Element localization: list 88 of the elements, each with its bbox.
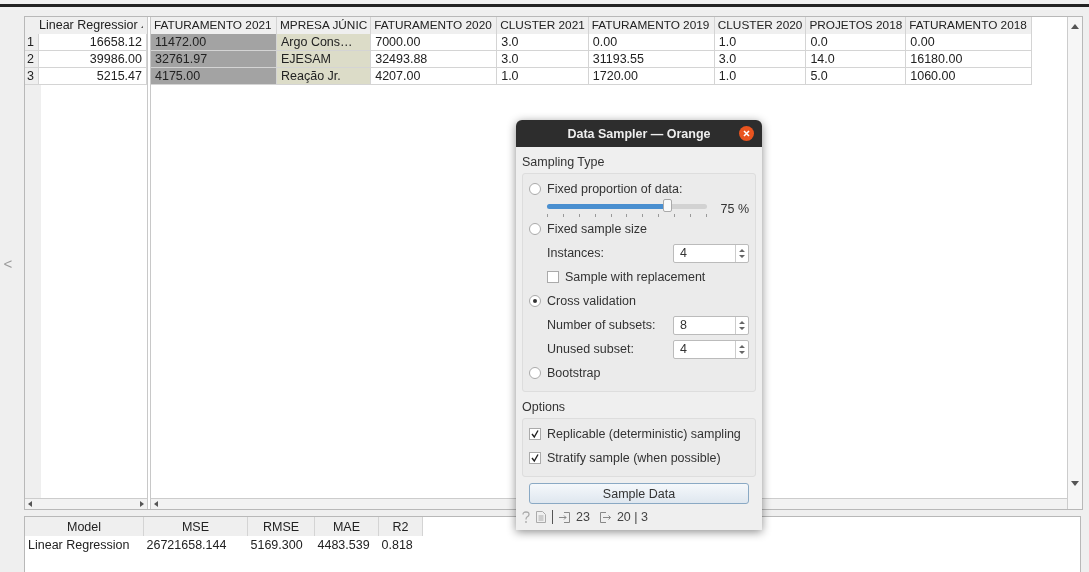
column-header[interactable]: FATURAMENTO 2019 (588, 17, 715, 34)
table-cell: 1.0 (714, 68, 807, 85)
scroll-left-icon[interactable] (28, 501, 32, 507)
field-label: Unused subset: (547, 342, 634, 356)
column-header[interactable]: CLUSTER 2021 (497, 17, 589, 34)
input-icon (559, 511, 570, 523)
column-header[interactable]: RMSE (247, 517, 315, 536)
row-number: 3 (25, 68, 39, 85)
number-field[interactable]: 8 (673, 315, 749, 335)
spin-arrows-icon[interactable] (739, 343, 745, 355)
table-cell: 5215.47 (39, 68, 147, 85)
column-header[interactable]: Model (25, 517, 144, 536)
field-label: Instances: (547, 246, 604, 260)
table-cell: 16180.00 (906, 51, 1033, 68)
table-cell: 4207.00 (371, 68, 498, 85)
radio-label: Cross validation (547, 294, 636, 308)
output-count: 20 | 3 (616, 510, 648, 524)
radio-button[interactable] (529, 295, 541, 307)
table-cell: EJESAM (277, 51, 372, 68)
table-cell: 4175.00 (151, 68, 277, 85)
slider-handle[interactable] (663, 199, 672, 212)
radio-label: Bootstrap (547, 366, 601, 380)
checkbox[interactable] (529, 428, 541, 440)
table-cell: 3.0 (497, 34, 589, 51)
number-field[interactable]: 4 (673, 243, 749, 263)
checkbox-label: Stratify sample (when possible) (547, 451, 721, 465)
checkbox-label: Sample with replacement (565, 270, 706, 284)
table-cell: 11472.00 (151, 34, 277, 51)
row-number: 2 (25, 51, 39, 68)
table-cell: 0.0 (806, 34, 907, 51)
table-cell: 1.0 (497, 68, 589, 85)
section-title: Options (522, 400, 567, 414)
sample-data-button[interactable]: Sample Data (529, 483, 749, 504)
row-number: 1 (25, 34, 39, 51)
column-header[interactable]: R2 (378, 517, 423, 536)
table-cell: 0.00 (588, 34, 715, 51)
table-cell: 14.0 (806, 51, 907, 68)
checkbox-label: Replicable (deterministic) sampling (547, 427, 741, 441)
input-count: 23 (576, 510, 590, 524)
checkbox[interactable] (547, 271, 559, 283)
table-cell: 1.0 (714, 34, 807, 51)
table-cell: 5169.300 (247, 536, 315, 554)
window-title: Data Sampler — Orange (567, 126, 711, 141)
table-cell: 3.0 (497, 51, 589, 68)
field-label: Number of subsets: (547, 318, 656, 332)
table-cell: 1720.00 (588, 68, 715, 85)
scroll-right-icon[interactable] (140, 501, 144, 507)
table-cell: 4483.539 (314, 536, 379, 554)
radio-button[interactable] (529, 183, 541, 195)
table-cell: Reação Jr. (277, 68, 372, 85)
scroll-down-icon[interactable] (1071, 481, 1079, 487)
table-cell: 39986.00 (39, 51, 147, 68)
scroll-up-icon[interactable] (1071, 23, 1079, 29)
column-header[interactable]: FATURAMENTO 2018 (906, 17, 1033, 34)
column-header[interactable]: FATURAMENTO 2020 (371, 17, 498, 34)
checkbox[interactable] (529, 452, 541, 464)
scroll-left-icon[interactable] (154, 501, 158, 507)
table-cell: 32761.97 (151, 51, 277, 68)
column-header[interactable]: CLUSTER 2020 (714, 17, 807, 34)
number-field[interactable]: 4 (673, 339, 749, 359)
radio-button[interactable] (529, 367, 541, 379)
radio-label: Fixed sample size (547, 222, 648, 236)
output-icon (599, 511, 611, 523)
table-cell: 0.00 (906, 34, 1033, 51)
table-cell: 1060.00 (906, 68, 1033, 85)
slider-value: 75 % (720, 202, 749, 216)
spin-arrows-icon[interactable] (739, 247, 745, 259)
table-cell: 7000.00 (371, 34, 498, 51)
table-cell: 0.818 (378, 536, 423, 554)
radio-button[interactable] (529, 223, 541, 235)
table-cell: Argo Cons… (277, 34, 372, 51)
spin-arrows-icon[interactable] (739, 319, 745, 331)
table-cell: 5.0 (806, 68, 907, 85)
table-cell: 32493.88 (371, 51, 498, 68)
table-cell: 26721658.144 (143, 536, 248, 554)
close-button[interactable] (739, 126, 754, 141)
table-cell: 3.0 (714, 51, 807, 68)
column-header[interactable]: PROJETOS 2018 (806, 17, 907, 34)
column-header[interactable]: FATURAMENTO 2021 (151, 17, 277, 34)
radio-label: Fixed proportion of data: (547, 182, 683, 196)
table-cell: Linear Regression (25, 536, 144, 554)
column-header[interactable]: MAE (314, 517, 379, 536)
close-icon[interactable] (743, 130, 750, 137)
column-header[interactable]: MPRESA JÚNIC (277, 17, 372, 34)
table-cell: 16658.12 (39, 34, 147, 51)
table-cell: 31193.55 (588, 51, 715, 68)
column-header[interactable]: MSE (143, 517, 248, 536)
section-title: Sampling Type (522, 155, 606, 169)
